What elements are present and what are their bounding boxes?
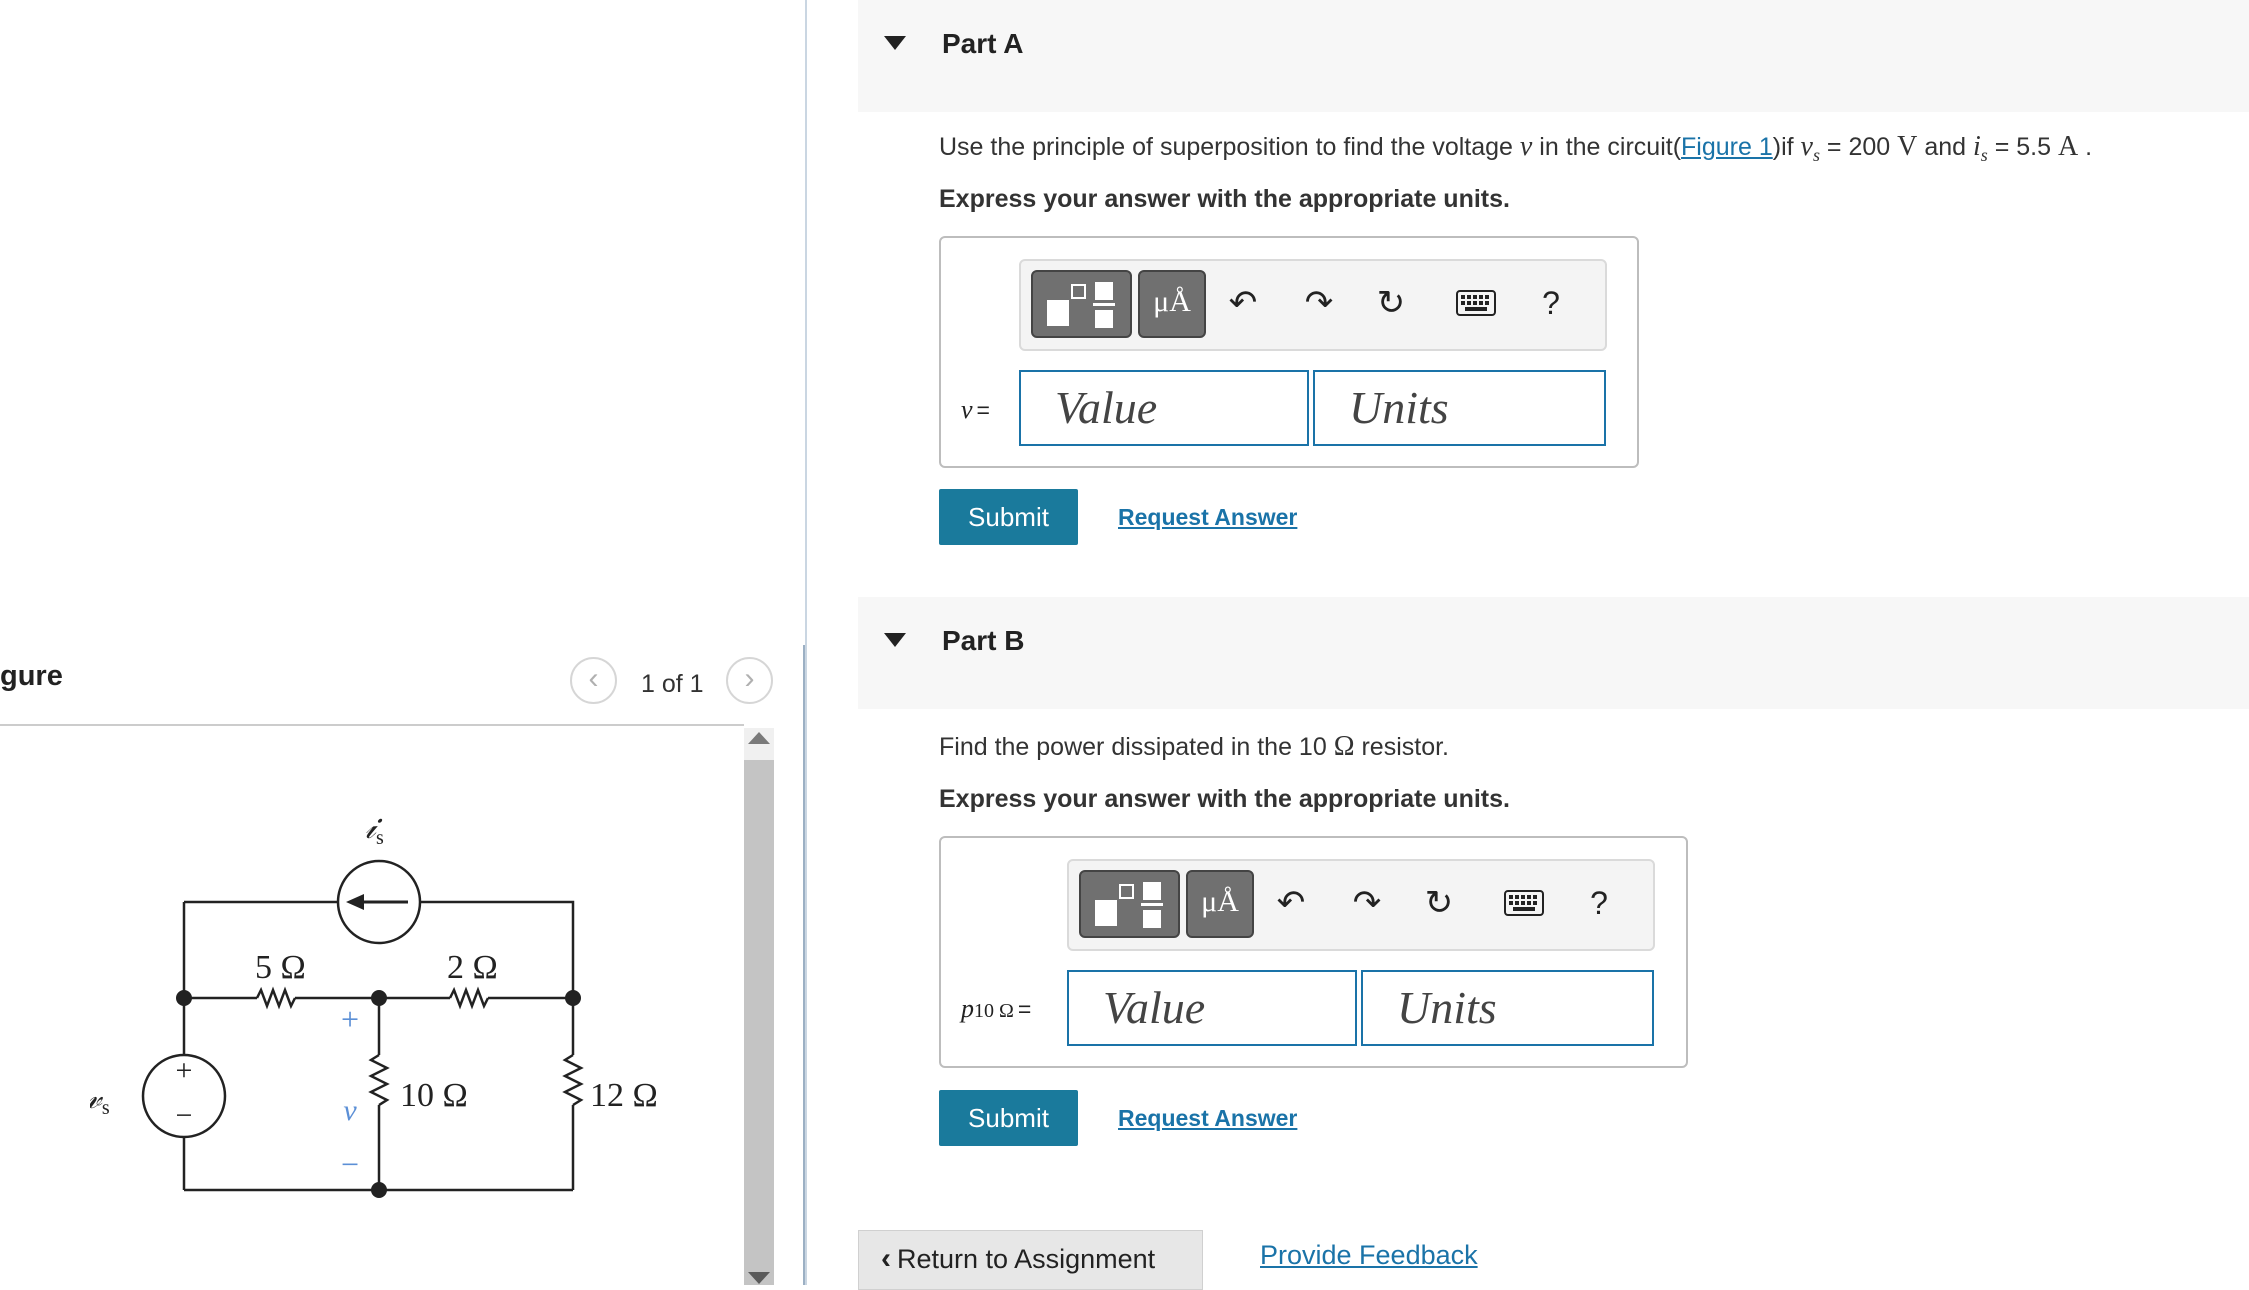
question-text: )if <box>1772 133 1801 161</box>
resistor-12-ohm <box>562 1053 584 1107</box>
part-b-answer-box: μÅ ↶ ↷ ↻ ? p10 Ω = Value Units <box>939 836 1688 1068</box>
part-a-answer-box: μÅ ↶ ↷ ↻ ? v = Value Units <box>939 236 1639 468</box>
undo-icon[interactable]: ↶ <box>1223 281 1263 325</box>
resistor-10-label: 10 Ω <box>400 1077 468 1114</box>
chevron-right-icon: › <box>744 662 755 695</box>
resistor-10-ohm <box>368 1053 390 1107</box>
question-text: resistor. <box>1354 733 1449 761</box>
reset-icon[interactable]: ↻ <box>1419 881 1459 925</box>
units-input[interactable]: Units <box>1361 970 1654 1046</box>
part-a-question: Use the principle of superposition to fi… <box>939 131 2092 166</box>
ohm-unit: Ω <box>1333 731 1355 762</box>
keyboard-icon[interactable] <box>1501 881 1547 925</box>
units-input[interactable]: Units <box>1313 370 1606 446</box>
reset-icon[interactable]: ↻ <box>1371 281 1411 325</box>
question-text: in the circuit( <box>1532 133 1682 161</box>
equals-sign: = <box>1017 996 1032 1022</box>
value-input[interactable]: Value <box>1067 970 1357 1046</box>
resistor-2-label: 2 Ω <box>447 949 498 986</box>
figure-scrollbar[interactable] <box>744 728 774 1285</box>
provide-feedback-link[interactable]: Provide Feedback <box>1260 1240 1478 1271</box>
scrollbar-thumb[interactable] <box>744 760 774 1285</box>
part-a-title: Part A <box>942 28 1024 59</box>
request-answer-link[interactable]: Request Answer <box>1118 504 1297 531</box>
figure-pager-count: 1 of 1 <box>641 670 704 698</box>
circuit-diagram: + − 𝓋s + v − 10 Ω 12 Ω 𝒾s 5 Ω 2 Ω <box>90 809 658 1198</box>
variable-name: v <box>961 395 973 424</box>
caret-down-icon[interactable] <box>884 633 906 647</box>
voltage-minus: − <box>341 1146 359 1182</box>
part-b-question: Find the power dissipated in the 10 Ω re… <box>939 731 1449 763</box>
caret-down-icon[interactable] <box>884 36 906 50</box>
question-text: Use the principle of superposition to fi… <box>939 133 1520 161</box>
source-voltage-label: 𝓋s <box>90 1079 110 1119</box>
chevron-left-icon: ‹ <box>588 662 599 695</box>
is-value: = 5.5 <box>1987 133 2058 161</box>
is-variable: i <box>1972 131 1981 162</box>
source-current-label: 𝒾s <box>365 809 384 849</box>
question-text: . <box>2078 133 2093 161</box>
redo-icon[interactable]: ↷ <box>1347 881 1387 925</box>
math-toolbar: μÅ ↶ ↷ ↻ ? <box>1019 259 1607 351</box>
resistor-12-label: 12 Ω <box>590 1077 658 1114</box>
help-button[interactable]: ? <box>1579 881 1619 925</box>
voltage-label: v <box>343 1094 357 1127</box>
templates-button[interactable] <box>1031 270 1132 338</box>
help-button[interactable]: ? <box>1531 281 1571 325</box>
templates-button[interactable] <box>1079 870 1180 938</box>
submit-button[interactable]: Submit <box>939 489 1078 545</box>
answer-variable-label: p10 Ω = <box>961 994 1031 1024</box>
variable-name: p <box>961 994 974 1023</box>
voltage-plus: + <box>341 1001 359 1037</box>
figure-divider <box>0 724 744 726</box>
chevron-left-icon: ‹ <box>881 1242 891 1275</box>
vs-unit: V <box>1897 131 1918 162</box>
part-b-header[interactable]: Part B <box>858 597 2249 709</box>
is-subscript: s <box>1980 145 1988 165</box>
resistor-2-ohm <box>448 986 490 1010</box>
question-text: Find the power dissipated in the 10 <box>939 733 1334 761</box>
scroll-up-icon[interactable] <box>748 732 770 744</box>
vs-subscript: s <box>1812 145 1820 165</box>
figure-1-link[interactable]: Figure 1 <box>1681 133 1773 161</box>
units-button[interactable]: μÅ <box>1138 270 1206 338</box>
variable-subscript: 10 Ω <box>974 1000 1014 1022</box>
resistor-5-ohm <box>255 986 297 1010</box>
math-toolbar: μÅ ↶ ↷ ↻ ? <box>1067 859 1655 951</box>
submit-button[interactable]: Submit <box>939 1090 1078 1146</box>
return-label: Return to Assignment <box>897 1244 1156 1274</box>
redo-icon[interactable]: ↷ <box>1299 281 1339 325</box>
vs-variable: v <box>1800 131 1813 162</box>
part-a-header[interactable]: Part A <box>858 0 2249 112</box>
question-text: and <box>1917 133 1973 161</box>
source-plus: + <box>176 1054 193 1087</box>
figure-title: gure <box>0 660 63 692</box>
units-button[interactable]: μÅ <box>1186 870 1254 938</box>
question-variable: v <box>1519 131 1533 162</box>
scroll-down-icon[interactable] <box>748 1272 770 1284</box>
answer-variable-label: v = <box>961 395 990 425</box>
part-a-instruction: Express your answer with the appropriate… <box>939 185 1510 213</box>
part-b-title: Part B <box>942 625 1025 656</box>
next-figure-button[interactable]: › <box>726 657 773 704</box>
vs-value: = 200 <box>1819 133 1898 161</box>
figure-panel: gure ‹ 1 of 1 › + − 𝓋s + v − 10 Ω <box>0 0 805 1285</box>
is-unit: A <box>2057 131 2079 162</box>
source-minus: − <box>176 1099 193 1132</box>
previous-figure-button[interactable]: ‹ <box>570 657 617 704</box>
part-b-instruction: Express your answer with the appropriate… <box>939 785 1510 813</box>
panel-divider-light <box>805 0 807 1285</box>
return-to-assignment-button[interactable]: ‹ Return to Assignment <box>858 1230 1203 1290</box>
keyboard-icon[interactable] <box>1453 281 1499 325</box>
equals-sign: = <box>976 397 990 423</box>
value-input[interactable]: Value <box>1019 370 1309 446</box>
request-answer-link[interactable]: Request Answer <box>1118 1105 1297 1132</box>
undo-icon[interactable]: ↶ <box>1271 881 1311 925</box>
resistor-5-label: 5 Ω <box>255 949 306 986</box>
